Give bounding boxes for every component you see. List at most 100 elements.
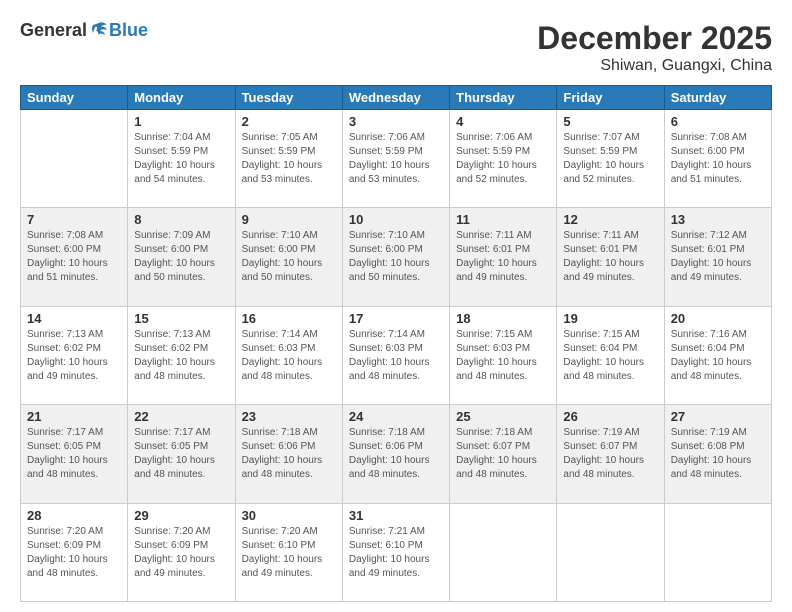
- day-number: 14: [27, 311, 121, 326]
- day-number: 5: [563, 114, 657, 129]
- col-header-thursday: Thursday: [450, 86, 557, 110]
- day-number: 27: [671, 409, 765, 424]
- day-info: Sunrise: 7:18 AM Sunset: 6:06 PM Dayligh…: [242, 426, 336, 482]
- day-info: Sunrise: 7:17 AM Sunset: 6:05 PM Dayligh…: [134, 426, 228, 482]
- day-cell: 20 Sunrise: 7:16 AM Sunset: 6:04 PM Dayli…: [664, 306, 771, 404]
- day-number: 18: [456, 311, 550, 326]
- day-number: 1: [134, 114, 228, 129]
- day-cell: 28 Sunrise: 7:20 AM Sunset: 6:09 PM Dayli…: [21, 503, 128, 601]
- day-info: Sunrise: 7:10 AM Sunset: 6:00 PM Dayligh…: [349, 229, 443, 285]
- day-number: 20: [671, 311, 765, 326]
- day-info: Sunrise: 7:15 AM Sunset: 6:04 PM Dayligh…: [563, 328, 657, 384]
- day-cell: 22 Sunrise: 7:17 AM Sunset: 6:05 PM Dayli…: [128, 405, 235, 503]
- day-cell: 16 Sunrise: 7:14 AM Sunset: 6:03 PM Dayli…: [235, 306, 342, 404]
- day-cell: 31Sunrise: 7:21 AM Sunset: 6:10 PM Dayli…: [342, 503, 449, 601]
- day-info: Sunrise: 7:12 AM Sunset: 6:01 PM Dayligh…: [671, 229, 765, 285]
- day-number: 28: [27, 508, 121, 523]
- day-cell: 23Sunrise: 7:18 AM Sunset: 6:06 PM Dayli…: [235, 405, 342, 503]
- day-number: 24: [349, 409, 443, 424]
- col-header-monday: Monday: [128, 86, 235, 110]
- day-info: Sunrise: 7:11 AM Sunset: 6:01 PM Dayligh…: [563, 229, 657, 285]
- day-cell: 1 Sunrise: 7:04 AM Sunset: 5:59 PM Daylig…: [128, 110, 235, 208]
- page: General Blue December 2025 Shiwan, Guang…: [0, 0, 792, 612]
- day-info: Sunrise: 7:18 AM Sunset: 6:07 PM Dayligh…: [456, 426, 550, 482]
- day-cell: 15 Sunrise: 7:13 AM Sunset: 6:02 PM Dayli…: [128, 306, 235, 404]
- day-number: 29: [134, 508, 228, 523]
- day-number: 25: [456, 409, 550, 424]
- day-info: Sunrise: 7:06 AM Sunset: 5:59 PM Dayligh…: [349, 131, 443, 187]
- day-cell: 5 Sunrise: 7:07 AM Sunset: 5:59 PM Daylig…: [557, 110, 664, 208]
- day-info: Sunrise: 7:15 AM Sunset: 6:03 PM Dayligh…: [456, 328, 550, 384]
- day-cell: 26 Sunrise: 7:19 AM Sunset: 6:07 PM Dayli…: [557, 405, 664, 503]
- day-cell: 11 Sunrise: 7:11 AM Sunset: 6:01 PM Dayli…: [450, 208, 557, 306]
- logo-general-text: General: [20, 20, 87, 41]
- col-header-sunday: Sunday: [21, 86, 128, 110]
- day-cell: 10 Sunrise: 7:10 AM Sunset: 6:00 PM Dayli…: [342, 208, 449, 306]
- day-number: 6: [671, 114, 765, 129]
- logo-blue-text: Blue: [109, 20, 148, 41]
- day-cell: 6Sunrise: 7:08 AM Sunset: 6:00 PM Daylig…: [664, 110, 771, 208]
- day-cell: [450, 503, 557, 601]
- col-header-saturday: Saturday: [664, 86, 771, 110]
- day-info: Sunrise: 7:13 AM Sunset: 6:02 PM Dayligh…: [134, 328, 228, 384]
- day-number: 10: [349, 212, 443, 227]
- day-number: 4: [456, 114, 550, 129]
- day-info: Sunrise: 7:14 AM Sunset: 6:03 PM Dayligh…: [349, 328, 443, 384]
- day-number: 17: [349, 311, 443, 326]
- day-info: Sunrise: 7:16 AM Sunset: 6:04 PM Dayligh…: [671, 328, 765, 384]
- day-cell: [21, 110, 128, 208]
- day-number: 26: [563, 409, 657, 424]
- logo: General Blue: [20, 20, 148, 41]
- day-cell: 30 Sunrise: 7:20 AM Sunset: 6:10 PM Dayli…: [235, 503, 342, 601]
- day-number: 19: [563, 311, 657, 326]
- day-cell: 12Sunrise: 7:11 AM Sunset: 6:01 PM Dayli…: [557, 208, 664, 306]
- day-cell: 8Sunrise: 7:09 AM Sunset: 6:00 PM Daylig…: [128, 208, 235, 306]
- day-info: Sunrise: 7:19 AM Sunset: 6:07 PM Dayligh…: [563, 426, 657, 482]
- day-info: Sunrise: 7:20 AM Sunset: 6:09 PM Dayligh…: [27, 525, 121, 581]
- day-cell: 21Sunrise: 7:17 AM Sunset: 6:05 PM Dayli…: [21, 405, 128, 503]
- day-number: 3: [349, 114, 443, 129]
- col-header-wednesday: Wednesday: [342, 86, 449, 110]
- col-header-friday: Friday: [557, 86, 664, 110]
- day-number: 16: [242, 311, 336, 326]
- calendar-subtitle: Shiwan, Guangxi, China: [537, 57, 772, 75]
- day-info: Sunrise: 7:08 AM Sunset: 6:00 PM Dayligh…: [27, 229, 121, 285]
- logo-bird-icon: [89, 21, 109, 41]
- week-row-5: 28 Sunrise: 7:20 AM Sunset: 6:09 PM Dayli…: [21, 503, 772, 601]
- day-info: Sunrise: 7:07 AM Sunset: 5:59 PM Dayligh…: [563, 131, 657, 187]
- day-cell: 13Sunrise: 7:12 AM Sunset: 6:01 PM Dayli…: [664, 208, 771, 306]
- day-info: Sunrise: 7:18 AM Sunset: 6:06 PM Dayligh…: [349, 426, 443, 482]
- day-cell: 27 Sunrise: 7:19 AM Sunset: 6:08 PM Dayli…: [664, 405, 771, 503]
- calendar-title: December 2025: [537, 20, 772, 57]
- day-cell: 18 Sunrise: 7:15 AM Sunset: 6:03 PM Dayli…: [450, 306, 557, 404]
- day-info: Sunrise: 7:14 AM Sunset: 6:03 PM Dayligh…: [242, 328, 336, 384]
- day-number: 21: [27, 409, 121, 424]
- day-info: Sunrise: 7:06 AM Sunset: 5:59 PM Dayligh…: [456, 131, 550, 187]
- day-info: Sunrise: 7:21 AM Sunset: 6:10 PM Dayligh…: [349, 525, 443, 581]
- day-cell: 4 Sunrise: 7:06 AM Sunset: 5:59 PM Daylig…: [450, 110, 557, 208]
- day-number: 22: [134, 409, 228, 424]
- day-number: 11: [456, 212, 550, 227]
- col-header-tuesday: Tuesday: [235, 86, 342, 110]
- day-info: Sunrise: 7:20 AM Sunset: 6:09 PM Dayligh…: [134, 525, 228, 581]
- day-info: Sunrise: 7:09 AM Sunset: 6:00 PM Dayligh…: [134, 229, 228, 285]
- day-info: Sunrise: 7:20 AM Sunset: 6:10 PM Dayligh…: [242, 525, 336, 581]
- week-row-1: 1 Sunrise: 7:04 AM Sunset: 5:59 PM Daylig…: [21, 110, 772, 208]
- day-cell: [664, 503, 771, 601]
- day-cell: 19 Sunrise: 7:15 AM Sunset: 6:04 PM Dayli…: [557, 306, 664, 404]
- day-info: Sunrise: 7:04 AM Sunset: 5:59 PM Dayligh…: [134, 131, 228, 187]
- day-info: Sunrise: 7:05 AM Sunset: 5:59 PM Dayligh…: [242, 131, 336, 187]
- day-number: 15: [134, 311, 228, 326]
- header: General Blue December 2025 Shiwan, Guang…: [20, 20, 772, 75]
- day-cell: 3 Sunrise: 7:06 AM Sunset: 5:59 PM Daylig…: [342, 110, 449, 208]
- day-info: Sunrise: 7:11 AM Sunset: 6:01 PM Dayligh…: [456, 229, 550, 285]
- week-row-2: 7Sunrise: 7:08 AM Sunset: 6:00 PM Daylig…: [21, 208, 772, 306]
- week-row-3: 14 Sunrise: 7:13 AM Sunset: 6:02 PM Dayli…: [21, 306, 772, 404]
- day-number: 30: [242, 508, 336, 523]
- day-info: Sunrise: 7:13 AM Sunset: 6:02 PM Dayligh…: [27, 328, 121, 384]
- day-cell: 24 Sunrise: 7:18 AM Sunset: 6:06 PM Dayli…: [342, 405, 449, 503]
- day-number: 2: [242, 114, 336, 129]
- day-cell: 2 Sunrise: 7:05 AM Sunset: 5:59 PM Daylig…: [235, 110, 342, 208]
- day-info: Sunrise: 7:19 AM Sunset: 6:08 PM Dayligh…: [671, 426, 765, 482]
- day-cell: 25 Sunrise: 7:18 AM Sunset: 6:07 PM Dayli…: [450, 405, 557, 503]
